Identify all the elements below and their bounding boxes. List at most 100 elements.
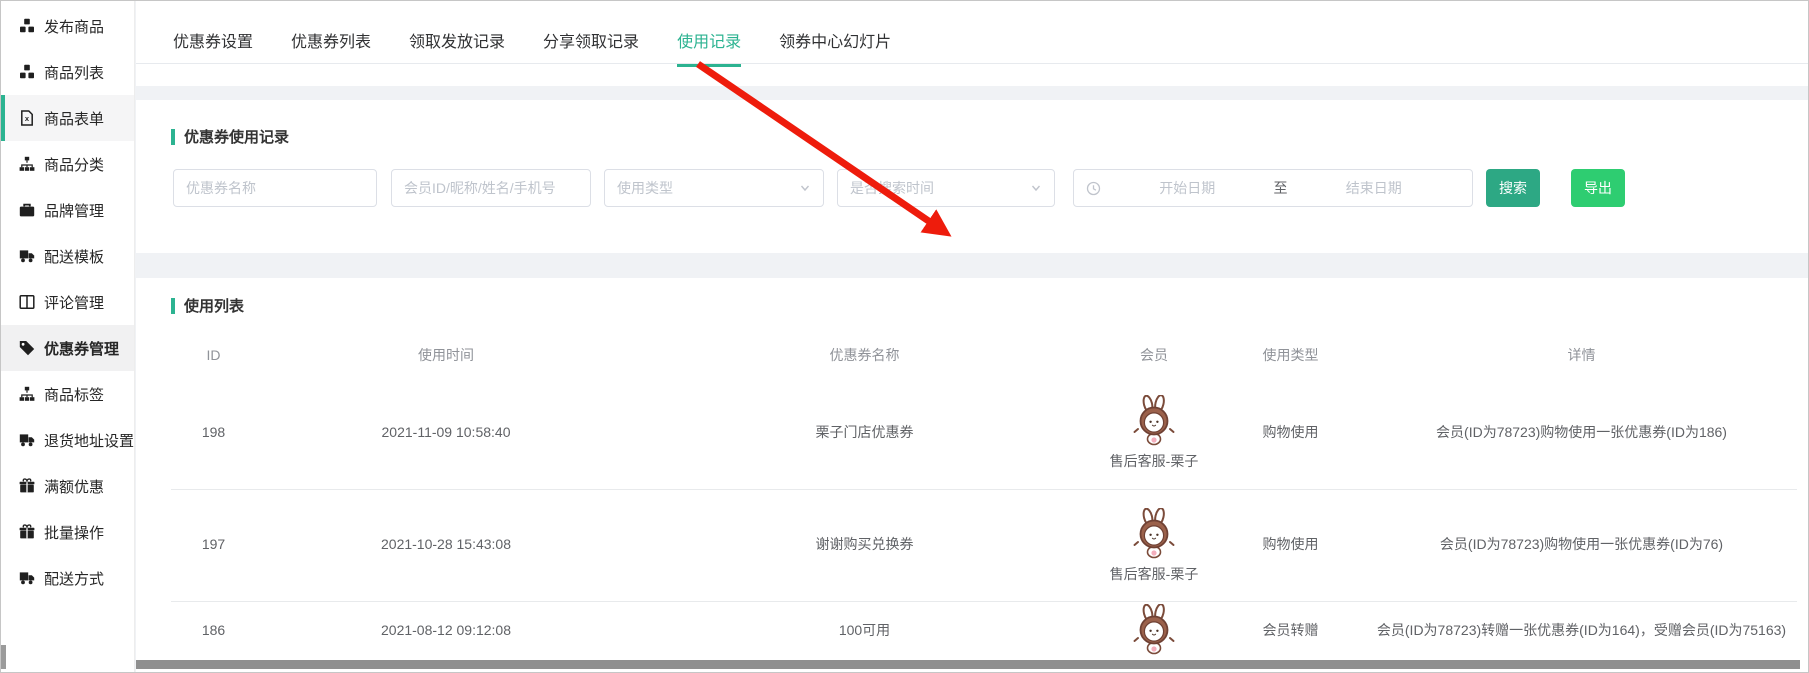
section-accent-bar — [171, 129, 175, 145]
cell-coupon: 栗子门店优惠券 — [636, 377, 1093, 489]
table-row: 198 2021-11-09 10:58:40 栗子门店优惠券 售后客服-栗子 … — [171, 377, 1797, 489]
coupon-usage-filter-card: 优惠券使用记录 使用类型 是否搜索时间 开始日期 至 结束日期 — [136, 100, 1808, 253]
tab-bar: 优惠券设置 优惠券列表 领取发放记录 分享领取记录 使用记录 领券中心幻灯片 — [136, 1, 1808, 86]
column-header-member: 会员 — [1093, 333, 1215, 377]
file-x-icon — [19, 110, 35, 126]
sidebar-item-return-address-settings[interactable]: 退货地址设置 — [1, 417, 134, 463]
sidebar-item-brand-management[interactable]: 品牌管理 — [1, 187, 134, 233]
briefcase-icon — [19, 202, 35, 218]
sidebar-item-full-discount[interactable]: 满额优惠 — [1, 463, 134, 509]
usage-list-card: 使用列表 ID 使用时间 优惠券名称 会员 使用类型 详情 — [136, 278, 1808, 673]
cubes-icon — [19, 64, 35, 80]
sitemap-icon — [19, 156, 35, 172]
use-type-select[interactable]: 使用类型 — [604, 169, 824, 207]
search-button[interactable]: 搜索 — [1486, 169, 1540, 207]
sidebar-item-product-category[interactable]: 商品分类 — [1, 141, 134, 187]
filter-section-title: 优惠券使用记录 — [171, 126, 289, 147]
cell-type: 购物使用 — [1215, 489, 1366, 601]
filter-row: 使用类型 是否搜索时间 开始日期 至 结束日期 搜索 导出 — [173, 169, 1625, 207]
end-date-placeholder: 结束日期 — [1288, 178, 1461, 198]
sidebar-item-label: 发布商品 — [44, 16, 104, 37]
member-name: 售后客服-栗子 — [1110, 453, 1199, 470]
cell-member: 售后客服-栗子 — [1093, 489, 1215, 601]
use-type-select-placeholder: 使用类型 — [617, 178, 673, 198]
sidebar-item-shipping-template[interactable]: 配送模板 — [1, 233, 134, 279]
sidebar-item-label: 商品列表 — [44, 62, 104, 83]
sidebar-item-label: 配送方式 — [44, 568, 104, 589]
columns-icon — [19, 294, 35, 310]
coupon-name-input[interactable] — [173, 169, 377, 207]
column-header-type: 使用类型 — [1215, 333, 1366, 377]
sidebar-item-product-form[interactable]: 商品表单 — [1, 95, 134, 141]
search-time-select[interactable]: 是否搜索时间 — [837, 169, 1055, 207]
table-row: 197 2021-10-28 15:43:08 谢谢购买兑换券 售后客服-栗子 … — [171, 489, 1797, 601]
tab-bar-divider — [136, 63, 1808, 64]
tab-usage-records[interactable]: 使用记录 — [677, 28, 741, 67]
sidebar-item-label: 优惠券管理 — [44, 338, 119, 359]
column-header-detail: 详情 — [1366, 333, 1797, 377]
cell-time: 2021-10-28 15:43:08 — [256, 489, 636, 601]
date-range-picker[interactable]: 开始日期 至 结束日期 — [1073, 169, 1473, 207]
sidebar-item-product-list[interactable]: 商品列表 — [1, 49, 134, 95]
cell-coupon: 谢谢购买兑换券 — [636, 489, 1093, 601]
start-date-placeholder: 开始日期 — [1101, 178, 1274, 198]
sidebar-item-product-tags[interactable]: 商品标签 — [1, 371, 134, 417]
tab-coupon-settings[interactable]: 优惠券设置 — [173, 28, 253, 67]
sidebar-item-label: 品牌管理 — [44, 200, 104, 221]
gift-icon — [19, 478, 35, 494]
sidebar-item-label: 商品表单 — [44, 108, 104, 129]
tab-share-claim-records[interactable]: 分享领取记录 — [543, 28, 639, 67]
section-accent-bar — [171, 298, 175, 314]
chevron-down-icon — [799, 182, 811, 194]
member-avatar — [1132, 395, 1176, 447]
member-search-input[interactable] — [391, 169, 591, 207]
usage-table: ID 使用时间 优惠券名称 会员 使用类型 详情 198 2021-11-09 … — [171, 333, 1797, 673]
tab-coupon-list[interactable]: 优惠券列表 — [291, 28, 371, 67]
sidebar-item-coupon-management[interactable]: 优惠券管理 — [1, 325, 134, 371]
cell-detail: 会员(ID为78723)购物使用一张优惠券(ID为76) — [1366, 489, 1797, 601]
list-section-title: 使用列表 — [171, 295, 244, 316]
cubes-icon — [19, 18, 35, 34]
cell-time: 2021-11-09 10:58:40 — [256, 377, 636, 489]
cell-member: 售后客服-栗子 — [1093, 377, 1215, 489]
gift-icon — [19, 524, 35, 540]
cell-id: 197 — [171, 489, 256, 601]
list-section-title-text: 使用列表 — [184, 295, 244, 316]
admin-console-window: 发布商品 商品列表 商品表单 商品分类 品牌管理 配送模板 评论管理 优惠券管 — [0, 0, 1809, 673]
tab-claim-issue-records[interactable]: 领取发放记录 — [409, 28, 505, 67]
sitemap-icon — [19, 386, 35, 402]
search-time-select-placeholder: 是否搜索时间 — [850, 178, 934, 198]
chevron-down-icon — [1030, 182, 1042, 194]
sidebar-item-label: 配送模板 — [44, 246, 104, 267]
sidebar-item-shipping-methods[interactable]: 配送方式 — [1, 555, 134, 601]
cell-id: 198 — [171, 377, 256, 489]
cell-type: 购物使用 — [1215, 377, 1366, 489]
sidebar-item-batch-operations[interactable]: 批量操作 — [1, 509, 134, 555]
date-range-separator: 至 — [1274, 178, 1288, 198]
clock-icon — [1086, 181, 1101, 196]
member-name: 售后客服-栗子 — [1110, 566, 1199, 583]
filter-section-title-text: 优惠券使用记录 — [184, 126, 289, 147]
sidebar-item-label: 退货地址设置 — [44, 430, 134, 451]
sidebar-item-label: 满额优惠 — [44, 476, 104, 497]
sidebar-item-label: 批量操作 — [44, 522, 104, 543]
sidebar-item-review-management[interactable]: 评论管理 — [1, 279, 134, 325]
column-header-id: ID — [171, 333, 256, 377]
member-avatar — [1132, 508, 1176, 560]
sidebar-item-publish-product[interactable]: 发布商品 — [1, 3, 134, 49]
member-avatar — [1132, 604, 1176, 656]
horizontal-scrollbar[interactable] — [136, 660, 1800, 669]
export-button[interactable]: 导出 — [1571, 169, 1625, 207]
table-header-row: ID 使用时间 优惠券名称 会员 使用类型 详情 — [171, 333, 1797, 377]
tab-coupon-center-slides[interactable]: 领券中心幻灯片 — [779, 28, 891, 67]
sidebar-scrollbar[interactable] — [1, 645, 6, 669]
truck-icon — [19, 570, 35, 586]
sidebar-item-label: 商品标签 — [44, 384, 104, 405]
main-content: 优惠券设置 优惠券列表 领取发放记录 分享领取记录 使用记录 领券中心幻灯片 优… — [136, 1, 1808, 672]
truck-icon — [19, 248, 35, 264]
tag-icon — [19, 340, 35, 356]
sidebar-item-label: 评论管理 — [44, 292, 104, 313]
sidebar: 发布商品 商品列表 商品表单 商品分类 品牌管理 配送模板 评论管理 优惠券管 — [1, 1, 135, 672]
cell-detail: 会员(ID为78723)购物使用一张优惠券(ID为186) — [1366, 377, 1797, 489]
column-header-coupon: 优惠券名称 — [636, 333, 1093, 377]
